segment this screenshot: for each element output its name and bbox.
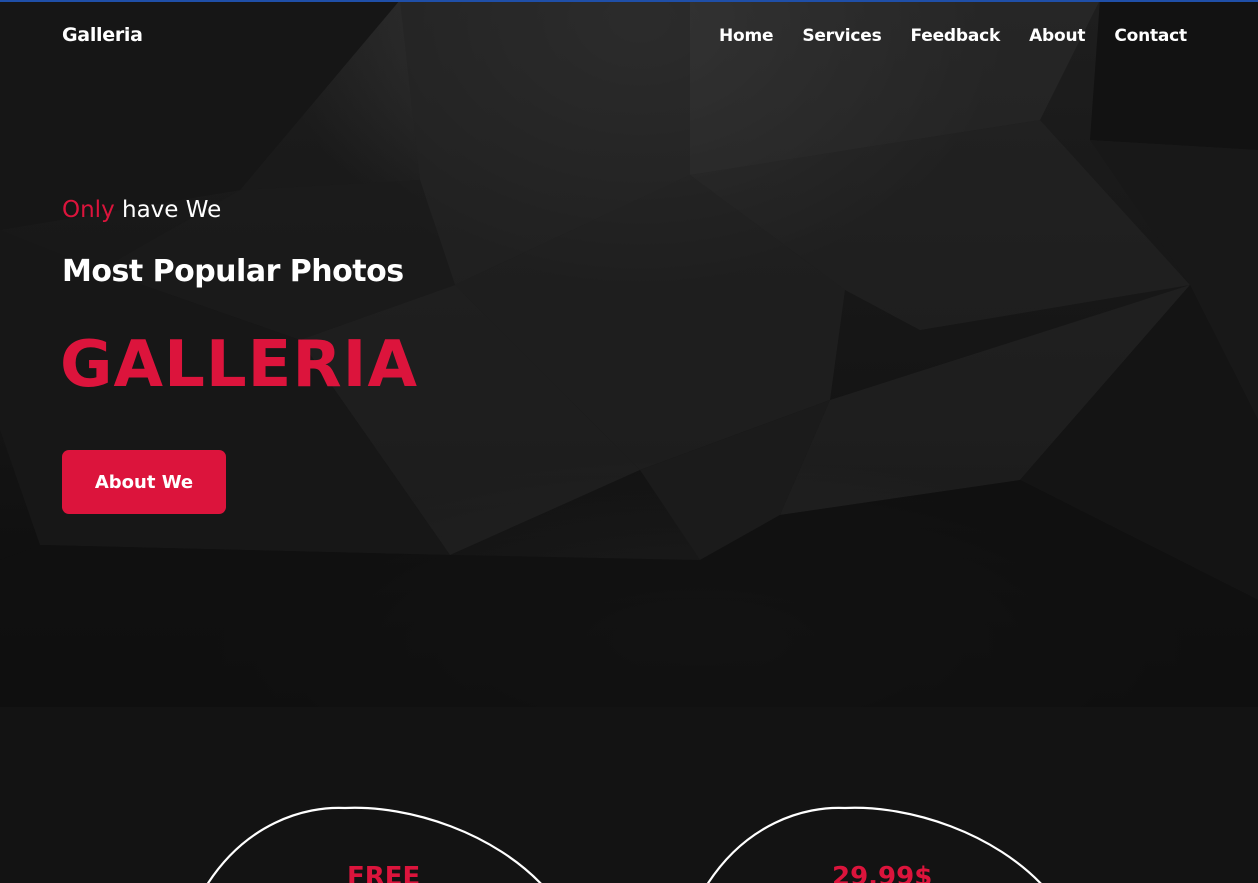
hero-subtitle: Most Popular Photos (62, 254, 404, 289)
about-we-button[interactable]: About We (62, 450, 226, 514)
nav-home[interactable]: Home (719, 26, 774, 46)
pricing-card-free-price: FREE (347, 862, 421, 883)
pricing-card-paid-price: 29.99$ (832, 862, 933, 883)
hero-tagline: Only have We (62, 197, 221, 223)
nav-contact[interactable]: Contact (1114, 26, 1187, 46)
brand-logo[interactable]: Galleria (62, 24, 143, 46)
nav-about[interactable]: About (1029, 26, 1085, 46)
hero-section: Galleria Home Services Feedback About Co… (0, 0, 1258, 707)
top-accent-line (0, 0, 1258, 2)
nav-feedback[interactable]: Feedback (911, 26, 1001, 46)
tagline-rest: have We (114, 197, 222, 223)
nav-services[interactable]: Services (802, 26, 881, 46)
hero-headline: GALLERIA (60, 328, 418, 402)
tagline-accent: Only (62, 197, 115, 223)
pricing-section: FREE 29.99$ (0, 707, 1258, 883)
main-nav: Home Services Feedback About Contact (719, 26, 1187, 46)
